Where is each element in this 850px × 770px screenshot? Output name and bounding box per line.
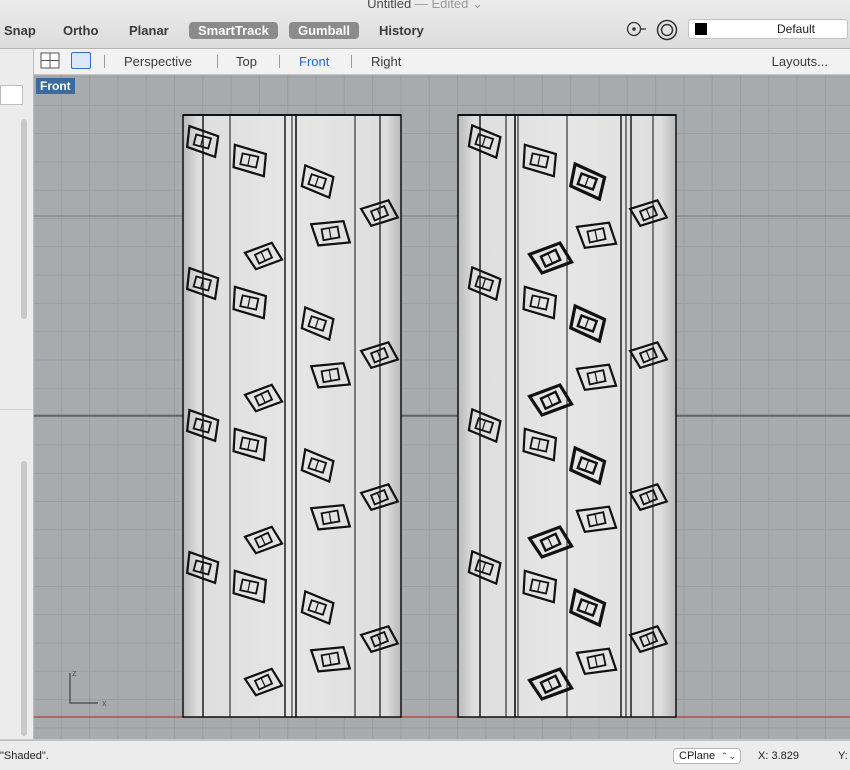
panel-scrollbar-lower[interactable] (21, 461, 27, 736)
layer-selector[interactable]: Default (688, 19, 848, 39)
front-viewport[interactable]: z x Front (34, 75, 850, 739)
left-side-panel (0, 49, 34, 739)
title-toolbar: Untitled — Edited ⌄ Snap Ortho Planar Sm… (0, 0, 850, 49)
left-panel-object[interactable] (182, 114, 402, 718)
stepper-arrows-icon: ⌃⌄ (720, 751, 736, 761)
four-viewports-icon[interactable] (40, 52, 60, 69)
cplane-selector[interactable]: CPlane ⌃⌄ (673, 748, 741, 764)
window-title: Untitled — Edited ⌄ (0, 0, 850, 11)
tab-top[interactable]: Top (236, 54, 257, 69)
viewport-name-label[interactable]: Front (36, 78, 75, 94)
layer-color-swatch (695, 23, 707, 35)
tab-separator (351, 55, 352, 68)
snap-toggle[interactable]: Snap (0, 22, 40, 39)
record-target-icon[interactable] (655, 19, 679, 46)
layer-name: Default (776, 22, 816, 36)
edited-indicator[interactable]: — Edited ⌄ (415, 0, 483, 11)
panel-divider (0, 409, 33, 410)
x-coordinate-readout: X: 3.829 (758, 750, 799, 762)
viewport-tab-bar: Perspective Top Front Right Layouts... (34, 49, 850, 75)
osnap-icon[interactable] (625, 19, 647, 44)
panel-input-field[interactable] (0, 85, 23, 105)
layouts-button[interactable]: Layouts... (772, 54, 828, 69)
world-axis-icon: z x (69, 668, 107, 708)
viewport-canvas[interactable]: z x (34, 75, 850, 739)
tab-separator (217, 55, 218, 68)
single-viewport-icon[interactable] (71, 52, 91, 69)
right-panel-object[interactable] (457, 114, 677, 718)
smarttrack-toggle[interactable]: SmartTrack (189, 22, 278, 39)
tab-separator (104, 55, 105, 68)
history-toggle[interactable]: History (375, 22, 428, 39)
command-status-message: "Shaded". (0, 750, 49, 762)
panel-scrollbar-upper[interactable] (21, 119, 27, 319)
gumball-toggle[interactable]: Gumball (289, 22, 360, 39)
document-name: Untitled (367, 0, 412, 11)
status-bar: "Shaded". CPlane ⌃⌄ X: 3.829 Y: (0, 740, 850, 770)
axis-label-x: x (102, 698, 107, 708)
tab-right[interactable]: Right (371, 54, 401, 69)
construction-grid (34, 75, 850, 739)
planar-toggle[interactable]: Planar (125, 22, 173, 39)
tab-perspective[interactable]: Perspective (124, 54, 192, 69)
cplane-label: CPlane (679, 750, 716, 762)
ortho-toggle[interactable]: Ortho (59, 22, 102, 39)
axis-label-z: z (72, 668, 77, 678)
tab-front[interactable]: Front (299, 54, 329, 69)
tab-separator (279, 55, 280, 68)
y-coordinate-readout: Y: (838, 750, 848, 762)
